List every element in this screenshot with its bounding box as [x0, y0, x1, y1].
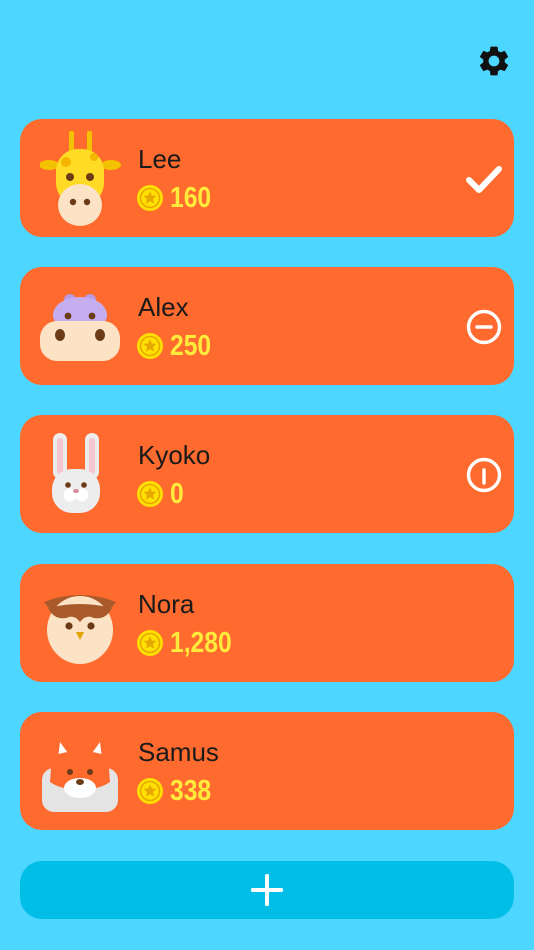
status-minus-circle-icon[interactable] [464, 307, 504, 347]
fox-avatar-icon [40, 722, 140, 822]
owl-avatar-icon [40, 574, 140, 674]
coin-balance: 160 [136, 181, 218, 215]
player-name: Alex [138, 292, 189, 322]
player-card-alex[interactable]: Alex 250 [20, 267, 514, 385]
player-card-lee[interactable]: Lee 160 [20, 119, 514, 237]
gear-icon [479, 46, 509, 76]
coin-count: 1,280 [170, 627, 232, 659]
coin-count: 338 [170, 775, 212, 807]
player-name: Nora [138, 589, 195, 619]
player-card-samus[interactable]: Samus 338 [20, 712, 514, 830]
coin-star-icon [137, 778, 163, 804]
coin-star-icon [137, 630, 163, 656]
player-name: Kyoko [138, 440, 211, 470]
coin-star-icon [137, 333, 163, 359]
player-card-kyoko[interactable]: Kyoko 0 [20, 415, 514, 533]
coin-balance: 0 [136, 477, 186, 511]
status-check-icon[interactable] [464, 159, 504, 199]
coin-count: 0 [170, 478, 184, 510]
player-card-nora[interactable]: Nora 1,280 [20, 564, 514, 682]
coin-balance: 1,280 [136, 626, 243, 660]
coin-balance: 338 [136, 774, 218, 808]
status-power-circle-icon[interactable] [464, 455, 504, 495]
settings-button[interactable] [476, 43, 512, 79]
coin-star-icon [137, 185, 163, 211]
hippo-avatar-icon [40, 277, 140, 377]
coin-balance: 250 [136, 329, 218, 363]
coin-star-icon [137, 481, 163, 507]
coin-count: 160 [170, 182, 212, 214]
giraffe-avatar-icon [40, 129, 140, 229]
coin-count: 250 [170, 330, 212, 362]
player-name: Lee [138, 144, 182, 174]
plus-icon [251, 874, 283, 906]
rabbit-avatar-icon [40, 425, 140, 525]
player-name: Samus [138, 737, 219, 767]
add-player-button[interactable] [20, 861, 514, 919]
